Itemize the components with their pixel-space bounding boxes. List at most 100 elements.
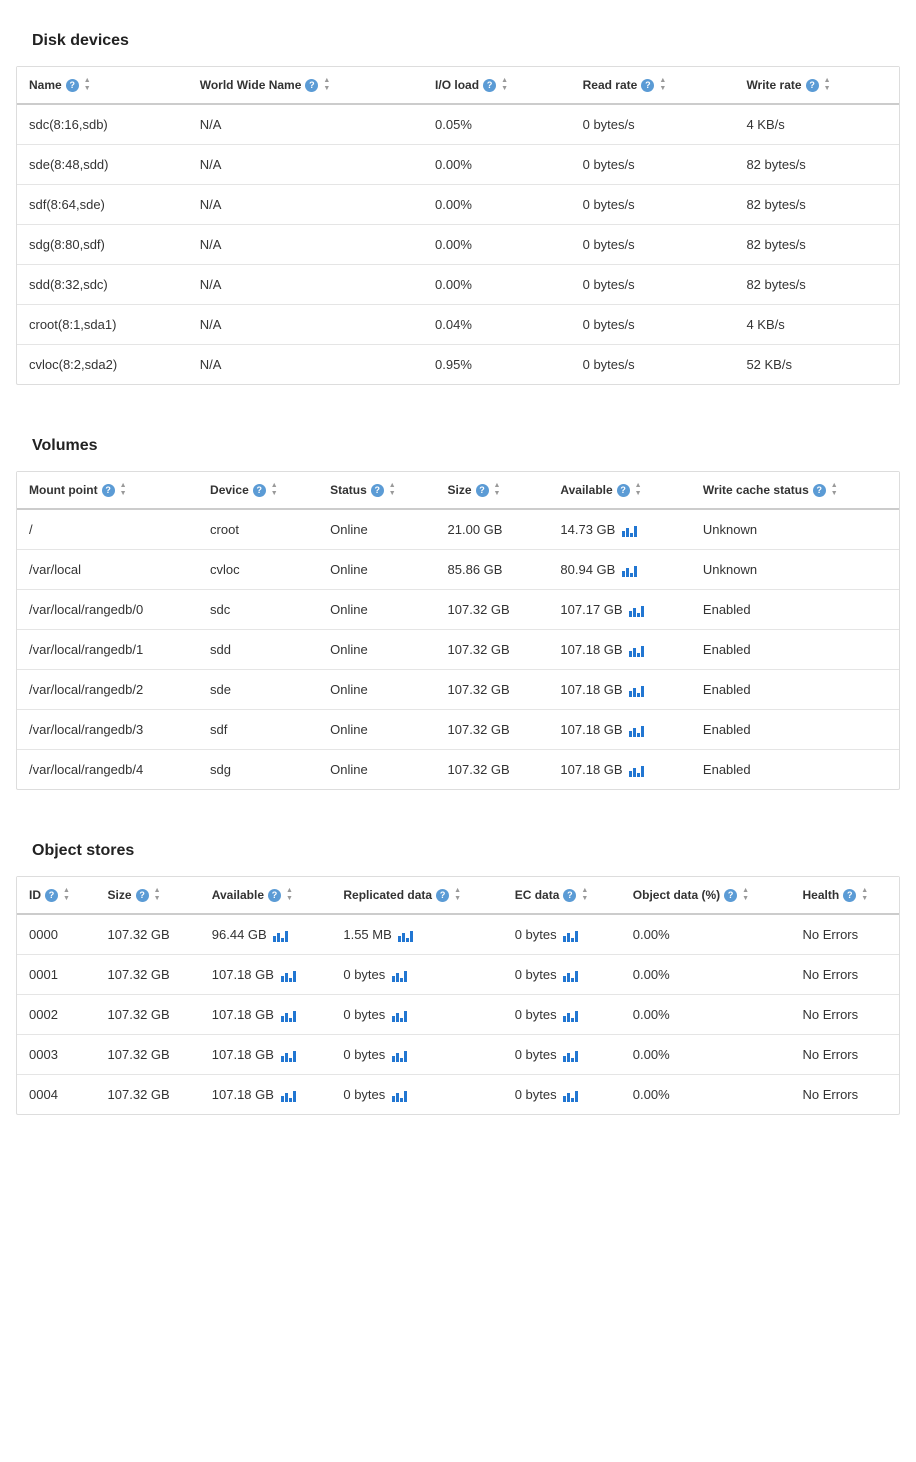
vol-status-cell: Online (318, 550, 435, 590)
vol-write-cache-cell: Enabled (691, 590, 899, 630)
chart-icon[interactable] (563, 1010, 579, 1022)
chart-icon[interactable] (281, 1010, 297, 1022)
os-size-cell: 107.32 GB (96, 914, 200, 955)
object-stores-title: Object stores (16, 826, 900, 872)
device-help-icon[interactable]: ? (253, 484, 266, 497)
dd-read-cell: 0 bytes/s (571, 185, 735, 225)
name-help-icon[interactable]: ? (66, 79, 79, 92)
os-avail-cell: 107.18 GB (200, 1075, 332, 1115)
chart-icon[interactable] (392, 970, 408, 982)
dd-read-cell: 0 bytes/s (571, 345, 735, 385)
chart-icon[interactable] (398, 930, 414, 942)
chart-icon[interactable] (273, 930, 289, 942)
read-help-icon[interactable]: ? (641, 79, 654, 92)
chart-icon[interactable] (392, 1050, 408, 1062)
os-health-cell: No Errors (791, 995, 899, 1035)
os-obj-help-icon[interactable]: ? (724, 889, 737, 902)
disk-devices-header-row: Name ? World Wide Name ? (17, 67, 899, 104)
chart-icon[interactable] (281, 970, 297, 982)
os-size-sort-icon[interactable] (154, 887, 161, 903)
dd-wwn-cell: N/A (188, 345, 423, 385)
chart-icon[interactable] (629, 685, 645, 697)
chart-icon[interactable] (563, 1050, 579, 1062)
chart-icon[interactable] (629, 765, 645, 777)
disk-devices-col-write: Write rate ? (734, 67, 899, 104)
avail-sort-icon[interactable] (635, 482, 642, 498)
status-help-icon[interactable]: ? (371, 484, 384, 497)
volumes-col-write-cache: Write cache status ? (691, 472, 899, 509)
name-sort-icon[interactable] (84, 77, 91, 93)
vol-mount-cell: /var/local/rangedb/3 (17, 710, 198, 750)
os-repl-sort-icon[interactable] (454, 887, 461, 903)
os-id-cell: 0004 (17, 1075, 96, 1115)
io-help-icon[interactable]: ? (483, 79, 496, 92)
os-id-help-icon[interactable]: ? (45, 889, 58, 902)
os-avail-help-icon[interactable]: ? (268, 889, 281, 902)
wwn-help-icon[interactable]: ? (305, 79, 318, 92)
vol-avail-cell: 107.18 GB (548, 670, 691, 710)
wwn-sort-icon[interactable] (323, 77, 330, 93)
os-col-size: Size ? (96, 877, 200, 914)
vol-write-cache-cell: Enabled (691, 630, 899, 670)
volumes-row: /var/local/rangedb/2 sde Online 107.32 G… (17, 670, 899, 710)
chart-icon[interactable] (392, 1090, 408, 1102)
vol-write-cache-cell: Enabled (691, 670, 899, 710)
chart-icon[interactable] (563, 1090, 579, 1102)
dd-io-cell: 0.00% (423, 265, 571, 305)
os-id-cell: 0000 (17, 914, 96, 955)
os-avail-sort-icon[interactable] (286, 887, 293, 903)
vol-status-cell: Online (318, 750, 435, 790)
os-ec-sort-icon[interactable] (581, 887, 588, 903)
size-sort-icon[interactable] (494, 482, 501, 498)
device-sort-icon[interactable] (271, 482, 278, 498)
mount-help-icon[interactable]: ? (102, 484, 115, 497)
dd-write-cell: 82 bytes/s (734, 185, 899, 225)
size-help-icon[interactable]: ? (476, 484, 489, 497)
chart-icon[interactable] (629, 605, 645, 617)
write-sort-icon[interactable] (824, 77, 831, 93)
os-repl-help-icon[interactable]: ? (436, 889, 449, 902)
os-id-cell: 0001 (17, 955, 96, 995)
vol-size-cell: 107.32 GB (436, 630, 549, 670)
avail-help-icon[interactable]: ? (617, 484, 630, 497)
chart-icon[interactable] (622, 525, 638, 537)
volumes-row: /var/local/rangedb/4 sdg Online 107.32 G… (17, 750, 899, 790)
os-size-help-icon[interactable]: ? (136, 889, 149, 902)
object-stores-row: 0001 107.32 GB 107.18 GB 0 bytes 0 bytes… (17, 955, 899, 995)
write-cache-help-icon[interactable]: ? (813, 484, 826, 497)
mount-sort-icon[interactable] (120, 482, 127, 498)
chart-icon[interactable] (629, 725, 645, 737)
vol-status-cell: Online (318, 670, 435, 710)
read-sort-icon[interactable] (659, 77, 666, 93)
os-health-sort-icon[interactable] (861, 887, 868, 903)
os-obj-cell: 0.00% (621, 955, 791, 995)
os-health-cell: No Errors (791, 1035, 899, 1075)
os-id-sort-icon[interactable] (63, 887, 70, 903)
chart-icon[interactable] (281, 1050, 297, 1062)
os-ec-help-icon[interactable]: ? (563, 889, 576, 902)
io-sort-icon[interactable] (501, 77, 508, 93)
chart-icon[interactable] (629, 645, 645, 657)
os-obj-sort-icon[interactable] (742, 887, 749, 903)
dd-read-cell: 0 bytes/s (571, 225, 735, 265)
dd-name-cell: sdc(8:16,sdb) (17, 104, 188, 145)
os-size-cell: 107.32 GB (96, 955, 200, 995)
chart-icon[interactable] (563, 930, 579, 942)
dd-io-cell: 0.00% (423, 185, 571, 225)
dd-name-cell: sdf(8:64,sde) (17, 185, 188, 225)
os-col-ec: EC data ? (503, 877, 621, 914)
write-cache-sort-icon[interactable] (831, 482, 838, 498)
chart-icon[interactable] (392, 1010, 408, 1022)
chart-icon[interactable] (563, 970, 579, 982)
os-ec-cell: 0 bytes (503, 1035, 621, 1075)
chart-icon[interactable] (622, 565, 638, 577)
vol-status-cell: Online (318, 590, 435, 630)
disk-devices-row: cvloc(8:2,sda2) N/A 0.95% 0 bytes/s 52 K… (17, 345, 899, 385)
dd-write-cell: 82 bytes/s (734, 145, 899, 185)
vol-device-cell: croot (198, 509, 318, 550)
chart-icon[interactable] (281, 1090, 297, 1102)
status-sort-icon[interactable] (389, 482, 396, 498)
os-health-help-icon[interactable]: ? (843, 889, 856, 902)
dd-wwn-cell: N/A (188, 305, 423, 345)
write-help-icon[interactable]: ? (806, 79, 819, 92)
